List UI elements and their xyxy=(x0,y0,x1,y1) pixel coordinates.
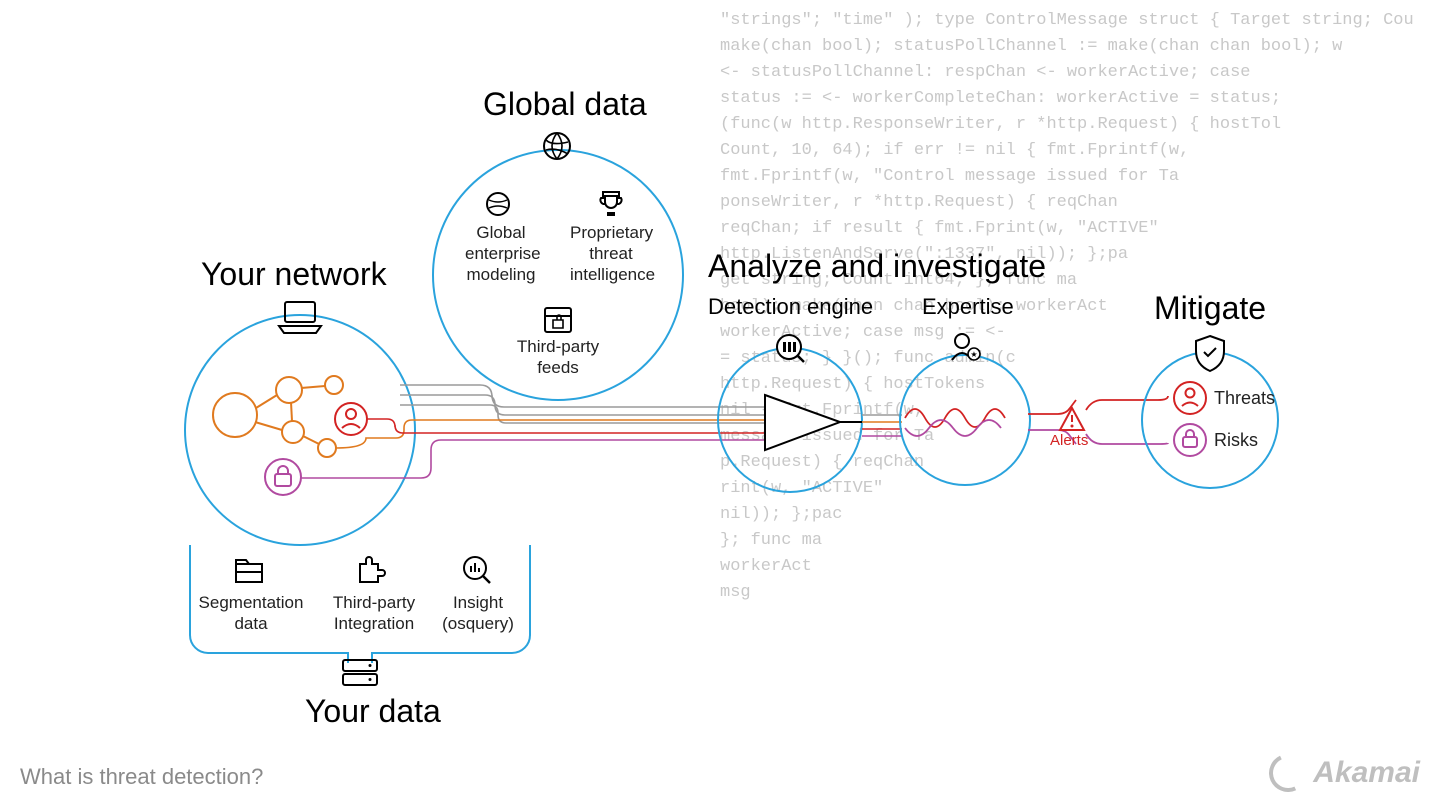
mitigate-circle xyxy=(1142,352,1278,488)
expertise-label: Expertise xyxy=(922,294,1014,320)
svg-text:★: ★ xyxy=(970,350,977,359)
yourdata-title: Your data xyxy=(305,693,441,730)
tangle-lines xyxy=(905,409,1005,436)
insight-icon xyxy=(464,557,490,583)
puzzle-icon xyxy=(360,557,385,582)
global-item-1: Proprietary threat intelligence xyxy=(570,222,652,285)
risks-label: Risks xyxy=(1214,430,1258,451)
footer-caption: What is threat detection? xyxy=(20,764,263,790)
global-item-0: Global enterprise modeling xyxy=(465,222,537,285)
shield-icon xyxy=(1196,336,1224,371)
brand-wave-icon xyxy=(1264,749,1313,798)
to-mitigate-lines xyxy=(1086,396,1168,444)
expertise-circle xyxy=(900,355,1030,485)
alert-icon xyxy=(1060,408,1084,430)
server-icon xyxy=(343,660,377,685)
brand-text: Akamai xyxy=(1313,756,1420,790)
risk-node xyxy=(1174,424,1206,456)
funnel-icon xyxy=(765,395,862,450)
diagram-stage: ★ Global data Your network Your data Ana… xyxy=(0,0,1440,810)
network-title: Your network xyxy=(201,256,387,293)
global-title: Global data xyxy=(483,86,647,123)
yourdata-item-1: Third-party Integration xyxy=(326,592,422,634)
post-funnel-lines xyxy=(862,415,902,436)
global-item-2: Third-party feeds xyxy=(510,336,606,378)
brand-logo: Akamai xyxy=(1269,754,1420,792)
magnifier-bars-icon xyxy=(777,335,804,362)
alerts-label: Alerts xyxy=(1050,432,1088,449)
laptop-icon xyxy=(279,302,321,333)
yourdata-item-0: Segmentation data xyxy=(198,592,304,634)
folder-icon xyxy=(236,560,262,582)
mitigate-title: Mitigate xyxy=(1154,290,1266,327)
network-graph xyxy=(213,376,367,495)
expert-icon: ★ xyxy=(952,334,980,360)
yourdata-item-2: Insight (osquery) xyxy=(438,592,518,634)
threats-label: Threats xyxy=(1214,388,1275,409)
analyze-title: Analyze and investigate xyxy=(708,248,1046,285)
detection-label: Detection engine xyxy=(708,294,873,320)
